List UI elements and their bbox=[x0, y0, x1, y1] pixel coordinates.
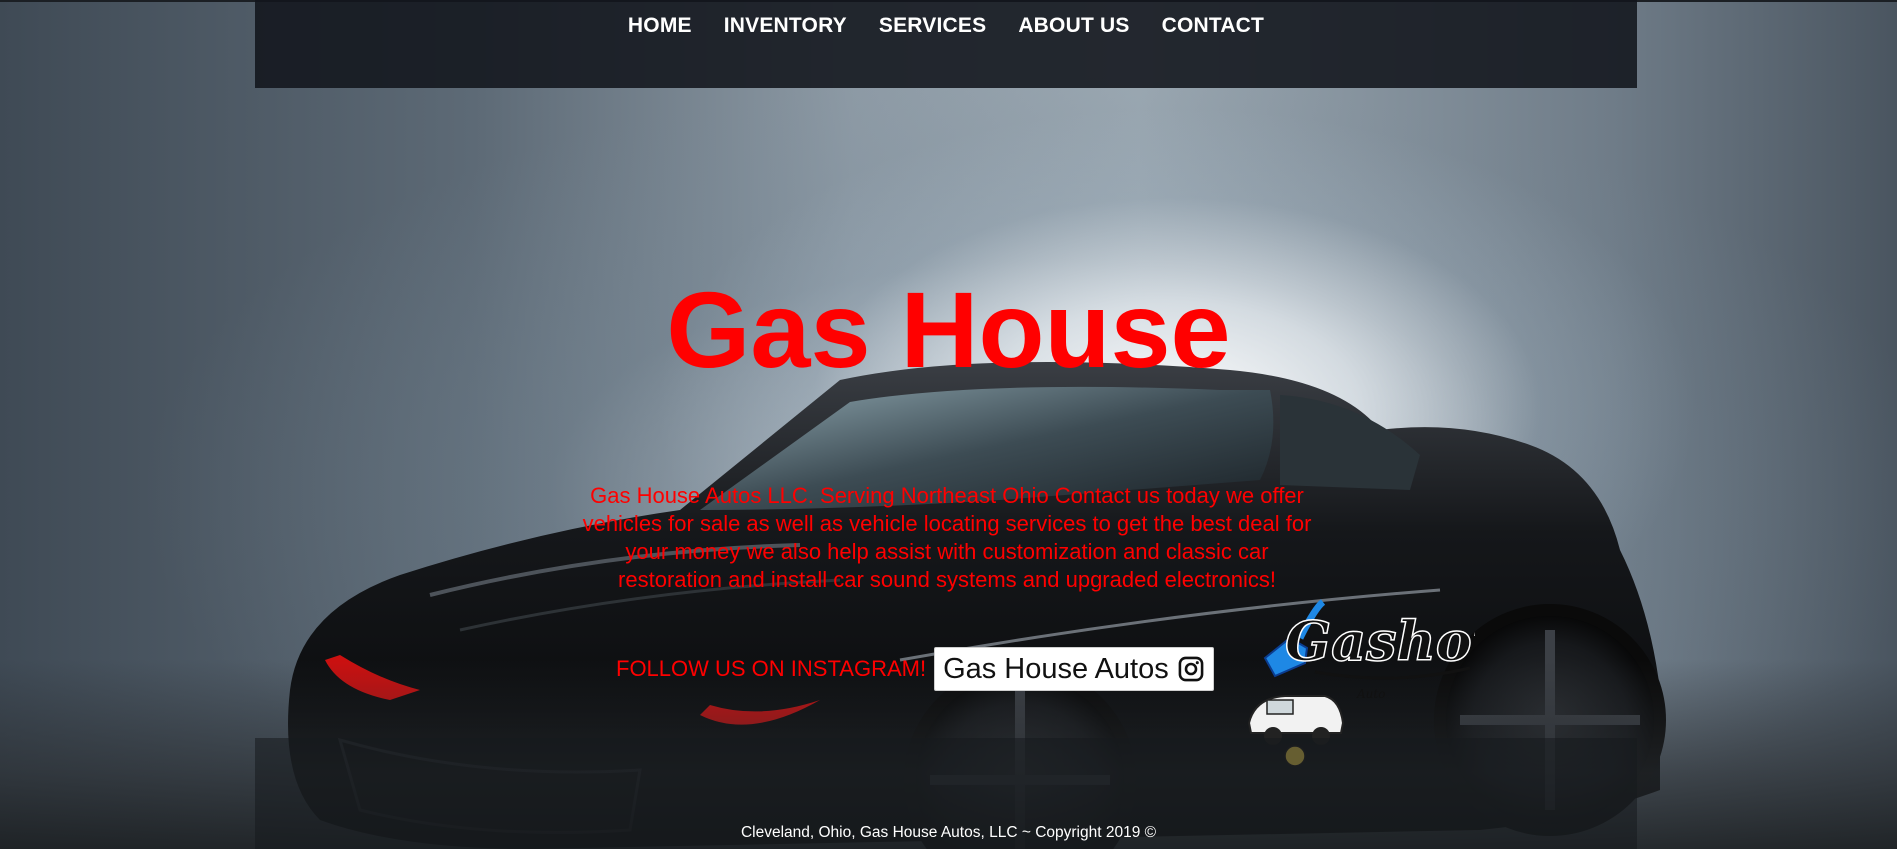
instagram-button[interactable]: Gas House Autos bbox=[934, 647, 1214, 691]
logo-text: Gashouse bbox=[1285, 609, 1475, 673]
nav-inventory-link[interactable]: INVENTORY bbox=[724, 14, 847, 37]
instagram-label: Gas House Autos bbox=[943, 652, 1169, 685]
main-nav: HOME INVENTORY SERVICES ABOUT US CONTACT bbox=[255, 0, 1637, 88]
page-title: Gas House bbox=[666, 269, 1231, 390]
nav-home-link[interactable]: HOME bbox=[628, 14, 692, 37]
nav-about-link[interactable]: ABOUT US bbox=[1018, 14, 1129, 37]
nav-services-link[interactable]: SERVICES bbox=[879, 14, 986, 37]
nav-list: HOME INVENTORY SERVICES ABOUT US CONTACT bbox=[255, 0, 1637, 38]
instagram-icon bbox=[1178, 656, 1204, 682]
logo-subtext: Auto bbox=[1356, 687, 1385, 701]
footer-text: Cleveland, Ohio, Gas House Autos, LLC ~ … bbox=[740, 824, 1157, 841]
intro-text: Gas House Autos LLC. Serving Northeast O… bbox=[582, 483, 1312, 592]
instagram-row: FOLLOW US ON INSTAGRAM! Gas House Autos bbox=[616, 647, 1214, 691]
nav-contact-link[interactable]: CONTACT bbox=[1162, 14, 1265, 37]
follow-text: FOLLOW US ON INSTAGRAM! bbox=[616, 656, 927, 681]
